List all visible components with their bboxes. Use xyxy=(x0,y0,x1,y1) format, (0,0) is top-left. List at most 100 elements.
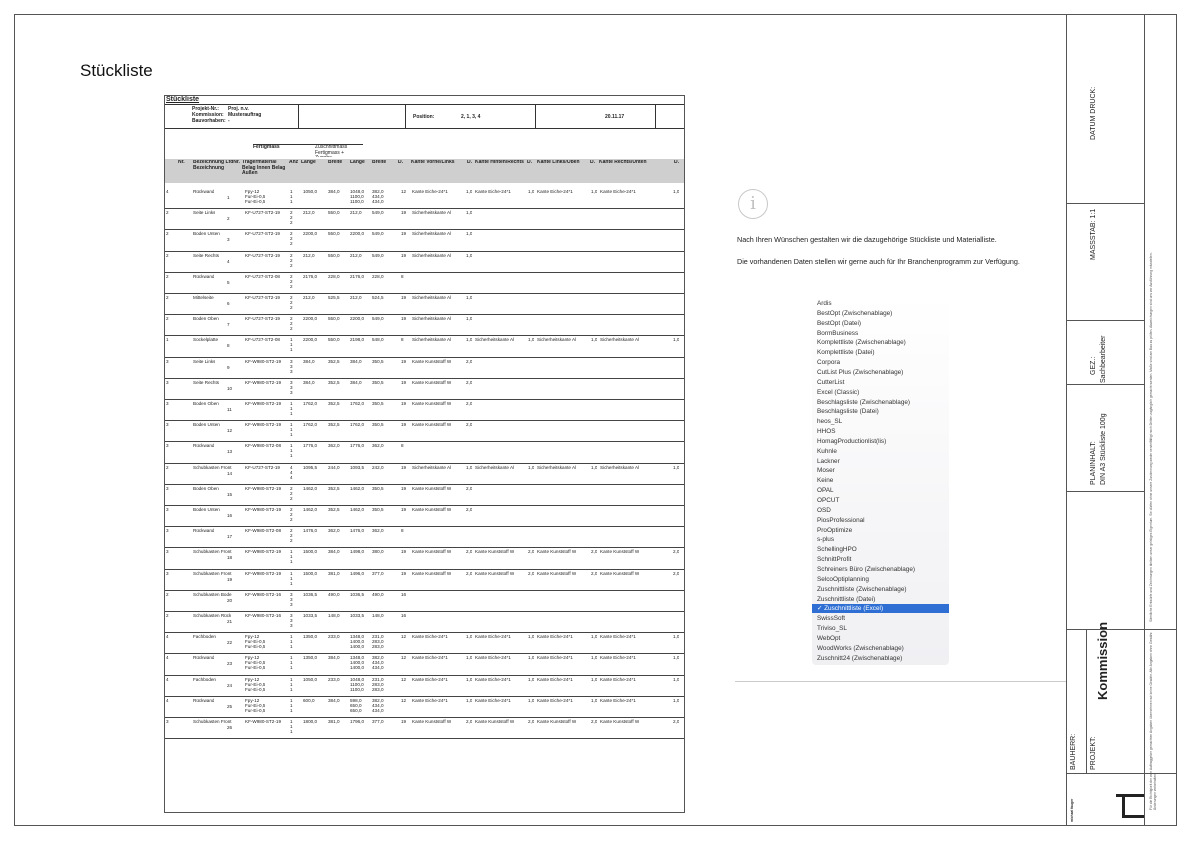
list-item[interactable]: Komplettliste (Datei) xyxy=(817,348,949,357)
cell-d1: 19 xyxy=(401,295,407,300)
list-item[interactable]: SchnittProfit xyxy=(817,555,949,564)
list-item[interactable]: Ardis xyxy=(817,299,949,308)
list-item[interactable]: Excel (Classic) xyxy=(817,388,949,397)
cell-k2: Kante Kunststoff W xyxy=(475,549,515,555)
cell-lfd: 6 xyxy=(227,301,230,306)
cell-mat0: KF-U727-ST2-19 xyxy=(245,295,280,300)
cell-d5: 1,0 xyxy=(673,697,680,703)
cell-lfd: 26 xyxy=(227,725,233,730)
list-item[interactable]: Beschlagsliste (Datei) xyxy=(817,407,949,416)
list-item[interactable]: Corpora xyxy=(817,358,949,367)
cell-zl0: 1476,0 xyxy=(350,528,365,534)
cell-zl0: 1033,5 xyxy=(350,613,365,618)
list-item[interactable]: Kuhnle xyxy=(817,447,949,456)
list-item[interactable]: PiosProfessional xyxy=(817,516,949,525)
table-row: 3 Seite Links 9 KF-W980-ST2-19 3 3 3 384,0 352,5… xyxy=(165,359,684,380)
export-format-list: Ardis BestOpt (Zwischenablage) BestOpt (Da… xyxy=(812,295,949,665)
list-item[interactable]: OSD xyxy=(817,506,949,515)
list-item[interactable]: Triviso_SL xyxy=(817,624,949,633)
list-item[interactable]: heos_SL xyxy=(817,417,949,426)
col-dicke-1: D. xyxy=(398,160,403,165)
cell-k1: Sicherheitskante Al xyxy=(412,231,452,237)
cell-d4: 1,0 xyxy=(591,634,598,640)
cell-anz2: 2 xyxy=(290,220,293,226)
cell-zl2: 1400,0 xyxy=(350,644,365,650)
list-item[interactable]: BormBusiness xyxy=(817,329,949,338)
cell-nr: 2 xyxy=(166,252,169,258)
cell-k3: Sicherheitskante Al xyxy=(537,337,577,343)
cell-nr: 2 xyxy=(166,273,169,279)
cell-mat0: KF-W980-ST2-08 xyxy=(245,528,281,534)
list-item[interactable]: OPCUT xyxy=(817,496,949,505)
table-row: 1 Sockelplatte 8 KF-U727-ST2-08 1 1 1 2200,0 550… xyxy=(165,337,684,358)
cell-zb0: 524,5 xyxy=(372,295,384,300)
list-item[interactable]: BestOpt (Datei) xyxy=(817,319,949,328)
row-divider xyxy=(165,292,684,294)
list-item[interactable]: CutList Plus (Zwischenablage) xyxy=(817,368,949,377)
list-item[interactable]: Zuschnitt24 (Zwischenablage) xyxy=(817,654,949,663)
cell-zb0: 350,5 xyxy=(372,485,384,491)
bauherr-label: BAUHERR: xyxy=(1070,733,1077,770)
list-item[interactable]: Schreiners Büro (Zwischenablage) xyxy=(817,565,949,574)
list-item[interactable]: BestOpt (Zwischenablage) xyxy=(817,309,949,318)
table-row: 4 Rückwand 1 Fpy-12 Fur-Ei-0,5 Fur-Ei-0,5 1 1 1 1… xyxy=(165,189,684,210)
info-icon: i xyxy=(738,189,768,219)
cell-l: 600,0 xyxy=(303,697,315,703)
list-item[interactable]: Keine xyxy=(817,476,949,485)
cell-lfd: 17 xyxy=(227,534,233,540)
cell-k2: Kante Eiche-24*1 xyxy=(475,676,511,682)
cell-b: 381,0 xyxy=(328,719,340,724)
row-divider xyxy=(165,356,684,358)
list-item[interactable]: s-plus xyxy=(817,535,949,544)
list-item[interactable]: SelcoOptiplanning xyxy=(817,575,949,584)
cell-mat0: KF-W980-ST2-19 xyxy=(245,422,281,428)
list-item[interactable]: SwissSoft xyxy=(817,614,949,623)
cell-k4: Kante Eiche-24*1 xyxy=(600,676,636,682)
row-divider xyxy=(165,335,684,337)
col-traegermaterial: Trägermaterial Belag Innen Belag Außen xyxy=(242,160,286,177)
cell-k2: Kante Eiche-24*1 xyxy=(475,697,511,703)
cell-b: 233,0 xyxy=(328,676,340,682)
row-divider xyxy=(165,377,684,379)
list-item[interactable]: Komplettliste (Zwischenablage) xyxy=(817,338,949,347)
cell-mat0: KF-W980-ST2-19 xyxy=(245,570,281,576)
cell-k1: Kante Eiche-24*1 xyxy=(412,189,448,194)
list-item[interactable]: WoodWorks (Zwischenablage) xyxy=(817,644,949,653)
list-item[interactable]: SchellingHPO xyxy=(817,545,949,554)
list-item[interactable]: OPAL xyxy=(817,486,949,495)
list-item[interactable]: Beschlagsliste (Zwischenablage) xyxy=(817,398,949,407)
cell-l: 212,0 xyxy=(303,295,315,300)
cell-bez: Schubkasten Front xyxy=(193,570,232,576)
cell-d2: 2,0 xyxy=(466,485,473,491)
list-item[interactable]: Zuschnittliste (Zwischenablage) xyxy=(817,585,949,594)
list-item[interactable]: Lackner xyxy=(817,457,949,466)
cell-bez: Schubkasten Front xyxy=(193,549,232,555)
list-item[interactable]: HHOS xyxy=(817,427,949,436)
divider xyxy=(405,104,406,128)
cell-k1: Kante Kunststoff W xyxy=(412,379,452,385)
cell-zb0: 350,5 xyxy=(372,422,384,428)
table-row: 3 Boden Unten 12 KF-W980-ST2-19 1 1 1 1762,0 352… xyxy=(165,422,684,443)
cell-zl0: 212,0 xyxy=(350,252,362,258)
cell-mat0: KF-W980-ST2-19 xyxy=(245,549,281,555)
list-item[interactable]: ProOptimize xyxy=(817,526,949,535)
cell-nr: 3 xyxy=(166,507,169,512)
meta-labels: Projekt-Nr.: Kommission: Bauvorhaben: xyxy=(192,106,226,124)
list-item[interactable]: CutterList xyxy=(817,378,949,387)
cell-d2: 2,0 xyxy=(466,401,473,406)
list-item[interactable]: ✓ Zuschnittliste (Excel) xyxy=(812,604,949,614)
cell-nr: 3 xyxy=(166,379,169,385)
list-item[interactable]: WebOpt xyxy=(817,634,949,643)
cell-k1: Kante Eiche-24*1 xyxy=(412,655,448,661)
cell-l: 1095,5 xyxy=(303,464,318,470)
cell-b: 362,0 xyxy=(328,528,340,534)
cell-l: 1762,0 xyxy=(303,401,318,406)
cell-anz2: 1 xyxy=(290,644,293,650)
cell-lfd: 24 xyxy=(227,682,233,688)
list-item[interactable]: HomagProductionlist(lis) xyxy=(817,437,949,446)
cell-lfd: 3 xyxy=(227,237,230,243)
list-item[interactable]: Zuschnittliste (Datei) xyxy=(817,595,949,604)
list-item[interactable]: Moser xyxy=(817,466,949,475)
cell-d2: 1,0 xyxy=(466,697,473,703)
cell-b: 490,0 xyxy=(328,591,340,597)
